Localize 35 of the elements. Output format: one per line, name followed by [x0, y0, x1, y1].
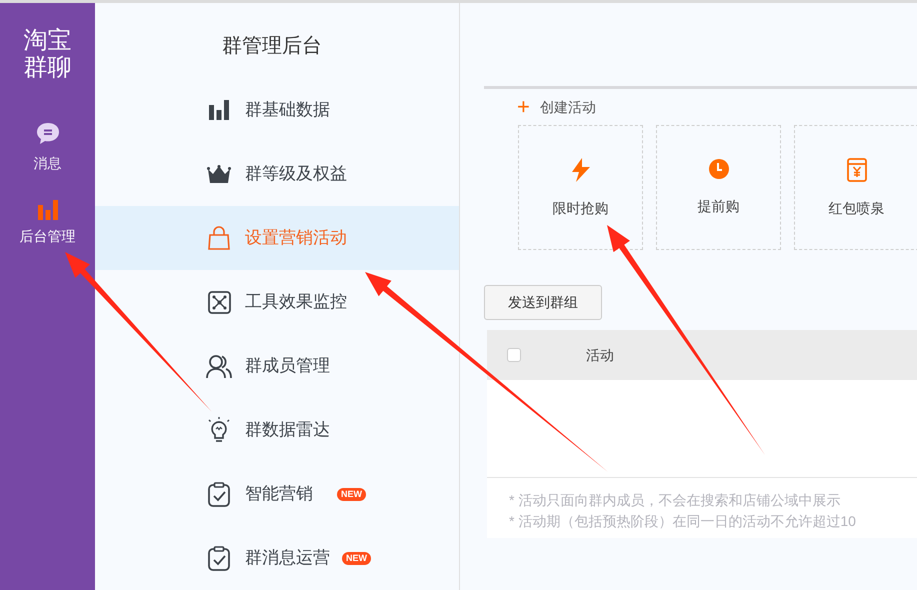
logo-text: 群聊 — [24, 54, 72, 81]
clock-icon — [708, 158, 730, 180]
menu-item[interactable]: 群数据雷达 — [95, 398, 459, 462]
checkbox[interactable] — [507, 348, 521, 362]
clipboard-check-icon — [208, 546, 230, 570]
menu-item[interactable]: 智能营销 NEW — [95, 462, 459, 526]
bar-chart-icon — [208, 100, 230, 120]
note-text: * 活动期（包括预热阶段）在同一日的活动不允许超过10 — [509, 512, 857, 531]
chat-bubble-icon — [34, 121, 60, 147]
send-to-group-button[interactable]: 发送到群组 — [484, 285, 602, 320]
crown-icon — [207, 165, 231, 183]
nav-item[interactable]: 消息 — [34, 121, 62, 174]
logo-text: 淘宝 — [24, 27, 72, 54]
lightning-icon — [570, 158, 590, 182]
activity-card[interactable]: 提前购 — [656, 125, 781, 250]
column-header: 活动 — [586, 346, 614, 364]
menu-item[interactable]: 工具效果监控 — [95, 270, 459, 334]
new-badge: NEW — [337, 488, 366, 500]
light-bulb-icon — [207, 417, 231, 443]
people-icon — [206, 354, 232, 378]
menu-item[interactable]: 群等级及权益 — [95, 142, 459, 206]
menu-item[interactable]: 群基础数据 — [95, 78, 459, 142]
nav-item[interactable]: 后台管理 — [20, 200, 76, 247]
menu-item[interactable]: 群成员管理 — [95, 334, 459, 398]
network-icon — [208, 290, 230, 314]
note-text: * 活动只面向群内成员，不会在搜索和店铺公域中展示 — [509, 491, 842, 510]
activity-card[interactable]: 红包喷泉 — [794, 125, 917, 250]
panel-title: 群管理后台 — [221, 34, 323, 59]
menu-item[interactable]: 群消息运营 NEW — [95, 526, 459, 590]
clipboard-check-icon — [208, 482, 230, 506]
shopping-bag-icon — [208, 226, 230, 250]
yen-envelope-icon — [846, 158, 866, 182]
new-badge: NEW — [342, 552, 371, 564]
bar-chart-icon — [36, 200, 58, 220]
create-activity-label: 创建活动 — [540, 98, 596, 116]
